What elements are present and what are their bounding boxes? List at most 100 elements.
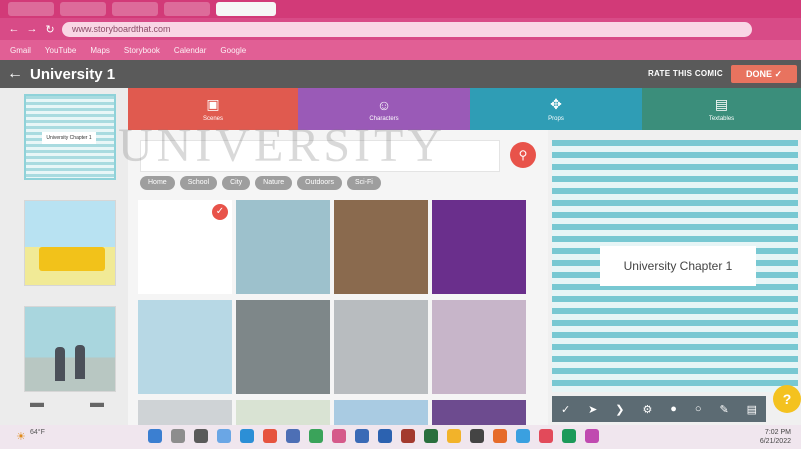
scene-thumbnail[interactable] xyxy=(432,300,526,394)
edge-icon[interactable] xyxy=(240,429,254,443)
school-bus-image xyxy=(39,247,105,271)
cell-editor: University Chapter 1 ✓ ➤ ❯ ⚙ ● ○ ✎ ▤ ? xyxy=(548,130,801,425)
bookmark-item[interactable]: Google xyxy=(220,46,246,55)
cell-caption: University Chapter 1 xyxy=(42,132,96,144)
bookmark-item[interactable]: Maps xyxy=(90,46,110,55)
app-root: ← → ↻ www.storyboardthat.com Gmail YouTu… xyxy=(0,0,801,449)
browser-tab[interactable] xyxy=(112,2,158,16)
weather-icon[interactable]: ☀ xyxy=(16,430,26,443)
page-title: University 1 xyxy=(30,65,116,83)
toolbar-icon[interactable]: ○ xyxy=(695,403,702,415)
tab-props[interactable]: ✥ Props xyxy=(470,88,642,130)
character-figure xyxy=(55,347,65,381)
address-field[interactable]: www.storyboardthat.com xyxy=(62,21,752,37)
scene-thumbnail[interactable] xyxy=(236,200,330,294)
task-view-icon[interactable] xyxy=(194,429,208,443)
tab-scenes[interactable]: ▣ Scenes xyxy=(128,88,298,130)
cell-canvas[interactable]: University Chapter 1 xyxy=(552,140,798,392)
taskbar-apps xyxy=(148,429,599,443)
toolbar-icon[interactable]: ❯ xyxy=(615,403,624,416)
tag-filters: Home School City Nature Outdoors Sci-Fi xyxy=(140,176,381,190)
app-icon[interactable] xyxy=(424,429,438,443)
search-icon[interactable] xyxy=(171,429,185,443)
app-header: ← University 1 RATE THIS COMIC DONE ✓ xyxy=(0,60,801,88)
scene-thumbnail[interactable] xyxy=(236,300,330,394)
app-icon[interactable] xyxy=(562,429,576,443)
scene-thumbnail[interactable] xyxy=(138,400,232,425)
app-icon[interactable] xyxy=(355,429,369,443)
toolbar-icon[interactable]: ➤ xyxy=(588,403,597,416)
scene-thumbnail[interactable] xyxy=(334,400,428,425)
bookmark-item[interactable]: Gmail xyxy=(10,46,31,55)
forward-arrow-icon[interactable]: → xyxy=(26,23,38,35)
face-icon: ☺ xyxy=(376,96,392,113)
os-taskbar: ☀ 64°F 7:02 PM 6/21/2022 xyxy=(0,425,801,449)
tag-chip[interactable]: Home xyxy=(140,176,175,190)
bookmark-item[interactable]: Storybook xyxy=(124,46,160,55)
back-arrow-icon[interactable]: ← xyxy=(8,23,20,35)
app-icon[interactable] xyxy=(470,429,484,443)
chapter-title-box[interactable]: University Chapter 1 xyxy=(600,246,756,286)
browser-tab[interactable] xyxy=(60,2,106,16)
tab-characters[interactable]: ☺ Characters xyxy=(298,88,470,130)
app-icon[interactable] xyxy=(309,429,323,443)
app-icon[interactable] xyxy=(539,429,553,443)
tag-chip[interactable]: School xyxy=(179,176,218,190)
toolbar-icon[interactable]: ✎ xyxy=(719,403,728,416)
toolbar-icon[interactable]: ▤ xyxy=(747,403,757,416)
scene-thumbnail[interactable] xyxy=(432,400,526,425)
app-icon[interactable] xyxy=(585,429,599,443)
storyboard-cell-2[interactable] xyxy=(24,200,116,286)
app-icon[interactable] xyxy=(447,429,461,443)
done-button[interactable]: DONE ✓ xyxy=(731,65,797,83)
tag-chip[interactable]: City xyxy=(222,176,251,190)
browser-tab-active[interactable] xyxy=(216,2,276,16)
tag-chip[interactable]: Nature xyxy=(255,176,293,190)
browser-tab[interactable] xyxy=(8,2,54,16)
storyboard-cell-1[interactable]: University Chapter 1 xyxy=(24,94,116,180)
back-icon[interactable]: ← xyxy=(0,65,30,83)
scene-thumbnail[interactable] xyxy=(138,300,232,394)
clock-time: 7:02 PM xyxy=(764,429,791,436)
bookmark-item[interactable]: YouTube xyxy=(45,46,76,55)
reload-icon[interactable]: ↻ xyxy=(44,23,56,36)
tab-textables[interactable]: ▤ Textables xyxy=(642,88,801,130)
browser-tab-bar xyxy=(0,0,801,18)
scene-thumbnail[interactable] xyxy=(334,200,428,294)
toolbar-icon[interactable]: ⚙ xyxy=(642,403,652,416)
help-button[interactable]: ? xyxy=(773,385,801,413)
toolbar-icon[interactable]: ● xyxy=(670,403,677,415)
check-icon: ✓ xyxy=(212,204,228,220)
layout-icon[interactable]: ▬ xyxy=(90,394,104,410)
scene-thumbnail[interactable] xyxy=(334,300,428,394)
app-icon[interactable] xyxy=(493,429,507,443)
tab-label: Textables xyxy=(708,116,735,122)
browser-tab[interactable] xyxy=(164,2,210,16)
app-icon[interactable] xyxy=(332,429,346,443)
layout-icon[interactable]: ▬ xyxy=(30,394,44,410)
scene-thumbnail[interactable] xyxy=(432,200,526,294)
url-bar: ← → ↻ www.storyboardthat.com xyxy=(0,18,801,40)
rate-comic-link[interactable]: RATE THIS COMIC xyxy=(648,69,723,78)
tag-chip[interactable]: Outdoors xyxy=(297,176,342,190)
search-icon[interactable]: ⚲ xyxy=(510,142,536,168)
start-icon[interactable] xyxy=(148,429,162,443)
bookmark-item[interactable]: Calendar xyxy=(174,46,206,55)
system-clock[interactable]: 7:02 PM 6/21/2022 xyxy=(760,428,791,446)
search-input[interactable] xyxy=(140,140,500,172)
scene-thumbnail[interactable]: ✓ xyxy=(138,200,232,294)
app-icon[interactable] xyxy=(401,429,415,443)
scene-thumbnail[interactable] xyxy=(236,400,330,425)
chat-icon[interactable] xyxy=(217,429,231,443)
app-icon[interactable] xyxy=(378,429,392,443)
scene-library: ⚲ Home School City Nature Outdoors Sci-F… xyxy=(128,130,548,425)
toolbar-icon[interactable]: ✓ xyxy=(561,403,570,416)
app-icon[interactable] xyxy=(263,429,277,443)
storyboard-cell-3[interactable] xyxy=(24,306,116,392)
app-icon[interactable] xyxy=(516,429,530,443)
tag-chip[interactable]: Sci-Fi xyxy=(346,176,381,190)
character-figure xyxy=(75,345,85,379)
cell-filmstrip: University Chapter 1 ▬ ▬ xyxy=(0,88,128,425)
app-icon[interactable] xyxy=(286,429,300,443)
tab-label: Scenes xyxy=(202,116,223,122)
